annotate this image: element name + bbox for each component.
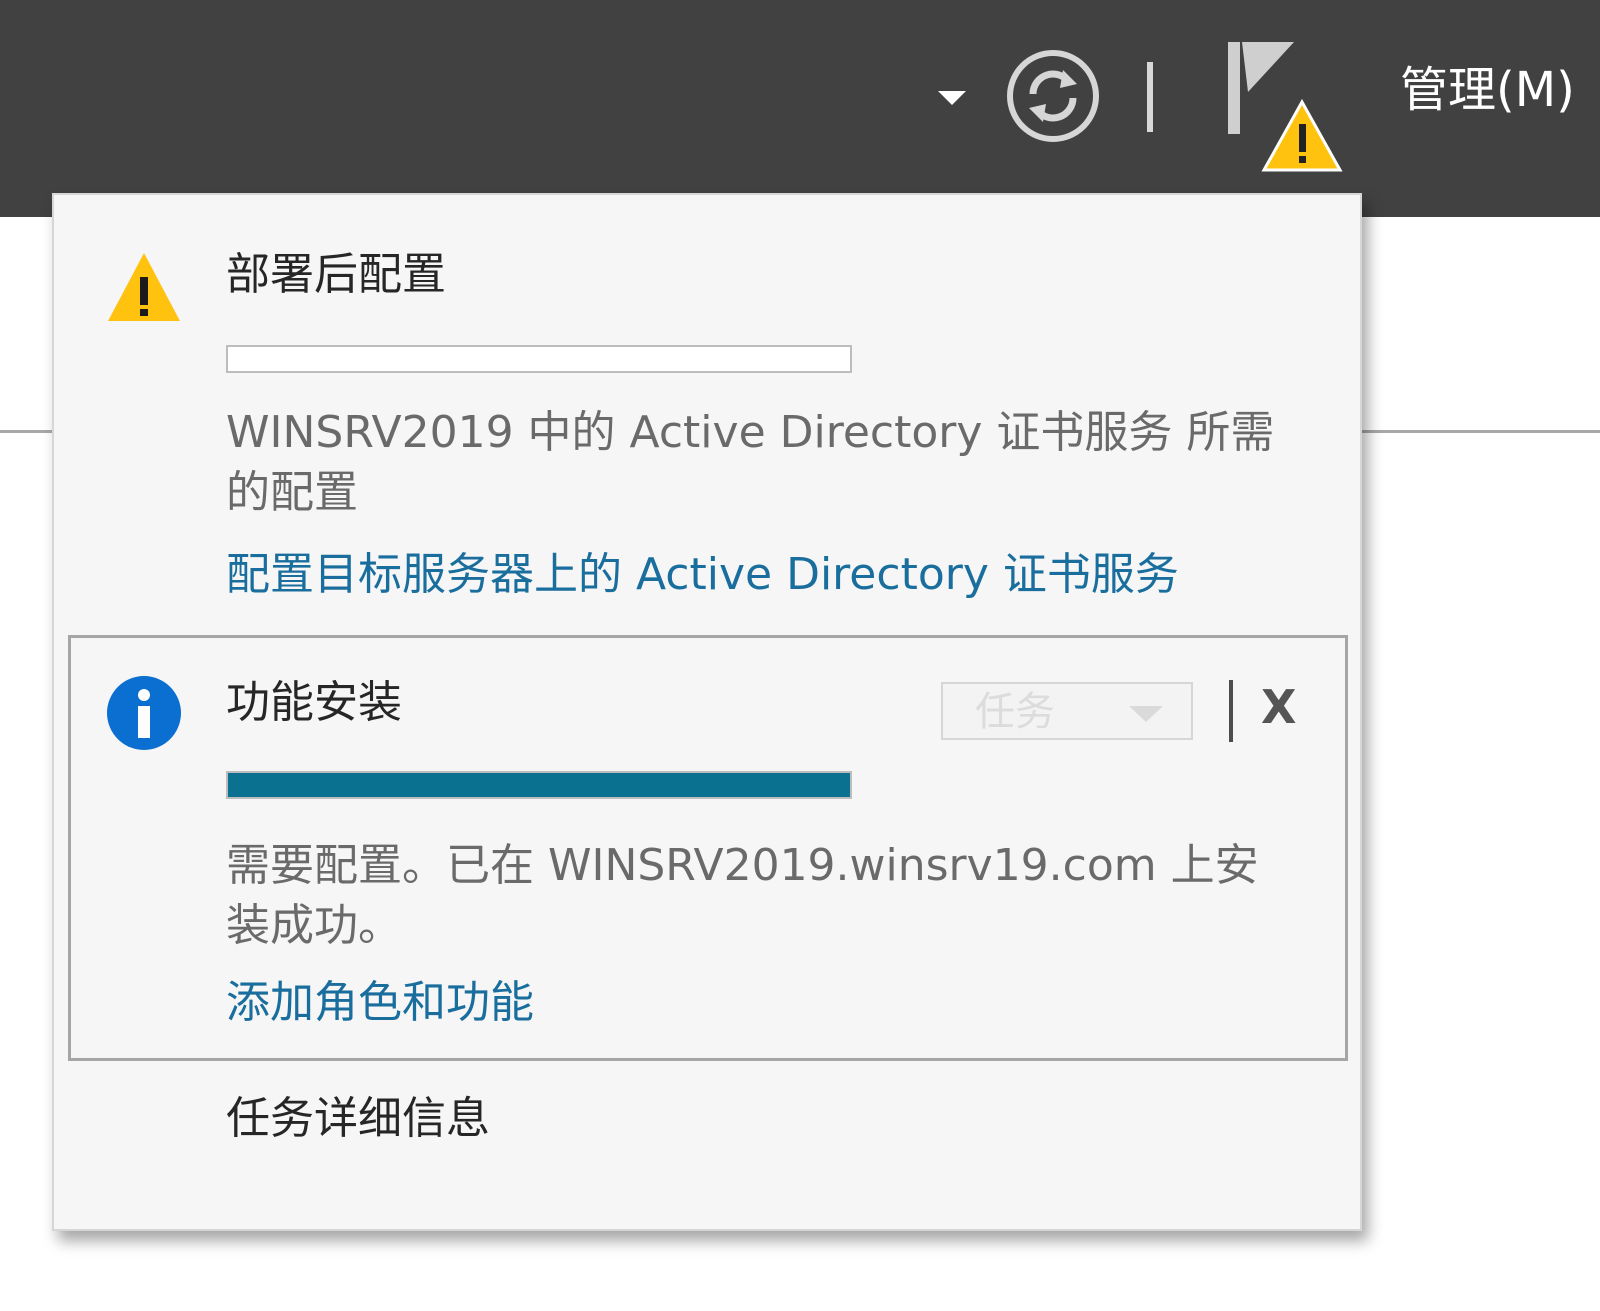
refresh-icon[interactable] <box>1005 48 1101 144</box>
progress-fill <box>228 773 850 797</box>
progress-bar <box>226 771 852 799</box>
task-dropdown[interactable]: 任务 <box>941 682 1193 740</box>
info-icon <box>107 676 181 750</box>
notification-description: WINSRV2019 中的 Active Directory 证书服务 所需的配… <box>226 407 1275 518</box>
add-roles-features-link[interactable]: 添加角色和功能 <box>226 981 534 1025</box>
flag-warning-icon[interactable] <box>1228 40 1350 178</box>
close-button[interactable]: X <box>1261 684 1296 730</box>
progress-bar <box>226 345 852 373</box>
configure-adcs-link[interactable]: 配置目标服务器上的 Active Directory 证书服务 <box>226 553 1179 597</box>
toolbar-separator <box>1147 62 1153 132</box>
notification-description: 需要配置。已在 WINSRV2019.winsrv19.com 上安装成功。 <box>226 840 1259 951</box>
notifications-panel: 部署后配置 WINSRV2019 中的 Active Directory 证书服… <box>52 193 1362 1231</box>
task-separator <box>1229 680 1233 742</box>
task-dropdown-label: 任务 <box>975 689 1055 735</box>
manage-menu[interactable]: 管理(M) <box>1400 66 1575 114</box>
task-details-link[interactable]: 任务详细信息 <box>226 1097 490 1141</box>
caret-down-icon[interactable] <box>938 91 966 105</box>
notification-post-deployment: 部署后配置 WINSRV2019 中的 Active Directory 证书服… <box>68 195 1348 635</box>
notification-title: 功能安装 <box>226 677 402 728</box>
warning-icon <box>108 253 180 321</box>
top-bar: 管理(M) <box>0 0 1600 217</box>
notification-title: 部署后配置 <box>226 249 446 300</box>
notification-feature-install: 功能安装 任务 X 需要配置。已在 WINSRV2019.winsrv19.co… <box>68 635 1348 1061</box>
chevron-down-icon <box>1129 706 1163 722</box>
